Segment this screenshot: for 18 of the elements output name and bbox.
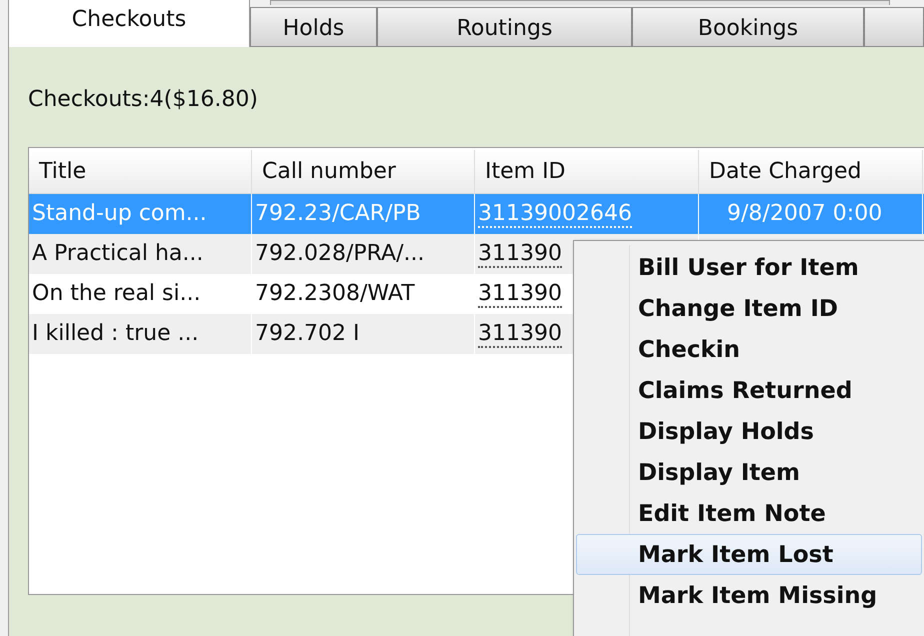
- tab[interactable]: [864, 7, 924, 47]
- menu-item[interactable]: Mark Item Missing: [576, 575, 922, 616]
- column-header[interactable]: Date Charged: [699, 150, 923, 194]
- menu-item[interactable]: Display Item: [576, 452, 922, 493]
- menu-item[interactable]: Claims Returned: [576, 370, 922, 411]
- column-header[interactable]: Call number: [252, 150, 475, 194]
- checkouts-summary: Checkouts:4($16.80): [28, 86, 258, 114]
- column-header[interactable]: Title: [29, 150, 252, 194]
- column-header[interactable]: Item ID: [475, 150, 699, 194]
- tab[interactable]: Checkouts: [8, 0, 250, 47]
- menu-item[interactable]: Display Holds: [576, 411, 922, 452]
- tab[interactable]: Routings: [377, 7, 632, 47]
- tab[interactable]: Bookings: [632, 7, 864, 47]
- menu-item[interactable]: Edit Item Note: [576, 493, 922, 534]
- tab[interactable]: Holds: [250, 7, 377, 47]
- table-cell: 792.702 I: [252, 314, 475, 354]
- table-cell: I killed : true ...: [29, 314, 252, 354]
- menu-item[interactable]: Mark Item Lost: [576, 534, 922, 575]
